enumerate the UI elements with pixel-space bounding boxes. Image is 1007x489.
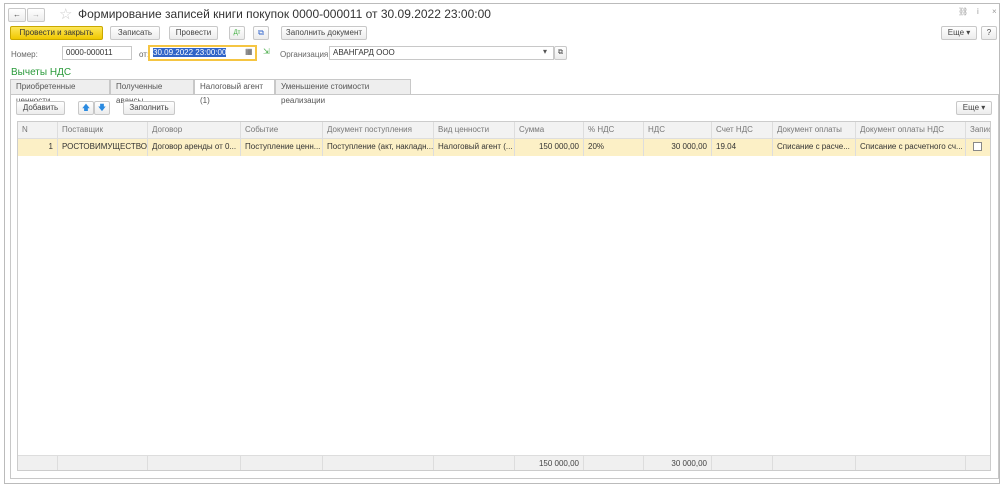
column-header-record[interactable]: Запис: [966, 122, 990, 139]
column-header-vat-account[interactable]: Счет НДС: [712, 122, 773, 139]
column-header-event[interactable]: Событие: [241, 122, 323, 139]
record-checkbox[interactable]: [973, 142, 982, 151]
column-header-vat[interactable]: НДС: [644, 122, 712, 139]
total-event: [241, 456, 323, 470]
org-history-icon[interactable]: ⇲: [263, 47, 270, 56]
column-header-receipt-doc[interactable]: Документ поступления: [323, 122, 434, 139]
cell-receipt-doc[interactable]: Поступление (акт, накладн...: [323, 139, 434, 156]
close-icon[interactable]: ×: [992, 7, 997, 16]
column-header-n[interactable]: N: [18, 122, 58, 139]
dt-kt-icon[interactable]: Дт: [229, 26, 245, 40]
window-title: Формирование записей книги покупок 0000-…: [78, 7, 491, 21]
cell-sum[interactable]: 150 000,00: [515, 139, 584, 156]
vat-deductions-heading: Вычеты НДС: [11, 67, 72, 78]
table-more-label: Еще: [962, 103, 980, 112]
cell-vat-payment-doc[interactable]: Списание с расчетного сч...: [856, 139, 966, 156]
favorite-star-icon[interactable]: ☆: [59, 5, 72, 23]
column-header-vat-payment-doc[interactable]: Документ оплаты НДС: [856, 122, 966, 139]
forward-button[interactable]: →: [27, 8, 45, 22]
date-value: 30.09.2022 23:00:00: [153, 48, 227, 57]
tab-received-advances[interactable]: Полученные авансы: [110, 79, 194, 105]
column-header-supplier[interactable]: Поставщик: [58, 122, 148, 139]
column-header-vat-rate[interactable]: % НДС: [584, 122, 644, 139]
total-n: [18, 456, 58, 470]
post-and-close-button[interactable]: Провести и закрыть: [10, 26, 103, 40]
column-header-payment-doc[interactable]: Документ оплаты: [773, 122, 856, 139]
number-label: Номер:: [11, 50, 38, 59]
cell-value-type[interactable]: Налоговый агент (...: [434, 139, 515, 156]
column-header-contract[interactable]: Договор: [148, 122, 241, 139]
tab-purchased-values[interactable]: Приобретенные ценности: [10, 79, 110, 105]
post-button[interactable]: Провести: [169, 26, 218, 40]
cell-record[interactable]: [966, 139, 990, 156]
total-vat-account: [712, 456, 773, 470]
open-icon[interactable]: ⧉: [554, 46, 567, 60]
total-vat: 30 000,00: [644, 456, 712, 470]
tab-tax-agent[interactable]: Налоговый агент (1): [194, 79, 275, 105]
total-record: [966, 456, 990, 470]
cell-contract[interactable]: Договор аренды от 0...: [148, 139, 241, 156]
column-header-sum[interactable]: Сумма: [515, 122, 584, 139]
cell-event[interactable]: Поступление ценн...: [241, 139, 323, 156]
more-button[interactable]: Еще ▾: [941, 26, 977, 40]
total-vat-payment-doc: [856, 456, 966, 470]
table-more-button[interactable]: Еще ▾: [956, 101, 992, 115]
calendar-icon[interactable]: ▦: [245, 47, 253, 56]
column-header-value-type[interactable]: Вид ценности: [434, 122, 515, 139]
total-receipt-doc: [323, 456, 434, 470]
fill-button[interactable]: Заполнить: [123, 101, 175, 115]
back-button[interactable]: ←: [8, 8, 26, 22]
fill-document-button[interactable]: Заполнить документ: [281, 26, 367, 40]
link-icon[interactable]: ⛓: [958, 7, 968, 16]
cell-n[interactable]: 1: [18, 139, 58, 156]
number-field[interactable]: 0000-000011: [62, 46, 132, 60]
organization-field[interactable]: АВАНГАРД ООО: [329, 46, 554, 60]
cell-payment-doc[interactable]: Списание с расче...: [773, 139, 856, 156]
dropdown-icon[interactable]: ▾: [543, 47, 547, 56]
total-contract: [148, 456, 241, 470]
table-header: N Поставщик Договор Событие Документ поступл…: [18, 122, 990, 139]
total-value-type: [434, 456, 515, 470]
total-vat-rate: [584, 456, 644, 470]
total-payment-doc: [773, 456, 856, 470]
cell-vat-account[interactable]: 19.04: [712, 139, 773, 156]
table-row[interactable]: 1 РОСТОВИМУЩЕСТВО Договор аренды от 0... По…: [18, 139, 990, 156]
cell-supplier[interactable]: РОСТОВИМУЩЕСТВО: [58, 139, 148, 156]
organization-label: Организация:: [280, 50, 331, 59]
add-button[interactable]: Добавить: [16, 101, 65, 115]
info-icon[interactable]: i: [977, 7, 979, 16]
move-down-button[interactable]: 🡇: [94, 101, 110, 115]
cell-vat[interactable]: 30 000,00: [644, 139, 712, 156]
cell-vat-rate[interactable]: 20%: [584, 139, 644, 156]
table-footer: 150 000,00 30 000,00: [18, 455, 990, 470]
total-sum: 150 000,00: [515, 456, 584, 470]
more-label: Еще: [947, 28, 965, 37]
help-button[interactable]: ?: [981, 26, 997, 40]
structure-icon[interactable]: ⧉: [253, 26, 269, 40]
save-button[interactable]: Записать: [110, 26, 160, 40]
total-supplier: [58, 456, 148, 470]
tax-agent-table: N Поставщик Договор Событие Документ поступл…: [17, 121, 991, 471]
date-field[interactable]: 30.09.2022 23:00:00: [148, 45, 257, 61]
move-up-button[interactable]: 🡅: [78, 101, 94, 115]
tab-sales-cost-reduction[interactable]: Уменьшение стоимости реализации: [275, 79, 411, 105]
